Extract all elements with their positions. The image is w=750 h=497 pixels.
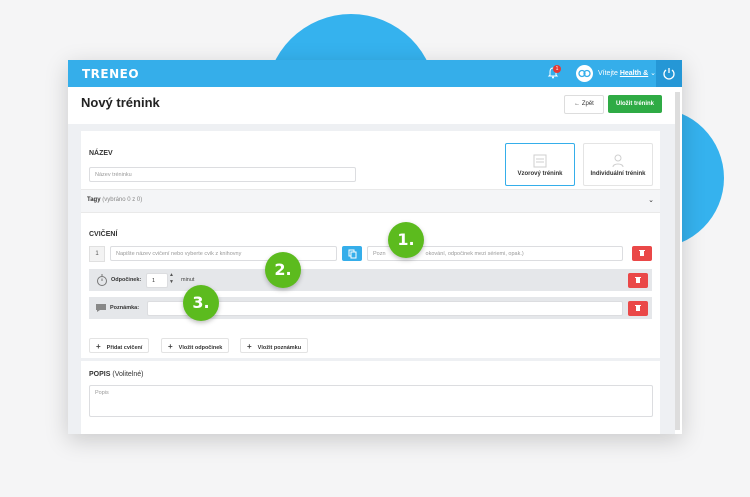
tags-section[interactable]: Tagy (vybráno 0 z 0) ⌄	[81, 189, 660, 213]
stepper-down-icon[interactable]: ▼	[169, 279, 174, 286]
training-name-input[interactable]: Název tréninku	[89, 167, 356, 182]
back-button-label: Zpět	[581, 101, 594, 107]
add-rest-label: Vložit odpočinek	[178, 345, 223, 351]
training-form-card: NÁZEV Název tréninku Vzorový trénink Ind…	[81, 131, 660, 358]
template-training-option[interactable]: Vzorový trénink	[505, 143, 575, 186]
rest-stepper[interactable]: ▲ ▼	[169, 272, 174, 286]
arrow-left-icon: ←	[574, 101, 581, 107]
rest-value-input[interactable]: 1	[146, 273, 168, 288]
description-card: POPIS (Volitelné) Popis	[81, 361, 660, 434]
plus-icon: +	[247, 342, 252, 351]
individual-training-option[interactable]: Individuální trénink	[583, 143, 653, 186]
add-exercise-button[interactable]: + Přidat cvičení	[89, 338, 150, 353]
stepper-up-icon[interactable]: ▲	[169, 272, 174, 279]
tags-count: (vybráno 0 z 0)	[102, 197, 143, 203]
description-label: POPIS (Volitelné)	[89, 371, 144, 378]
user-logo-icon	[578, 69, 591, 78]
step-marker-3: 3.	[183, 285, 219, 321]
exercises-label: CVIČENÍ	[89, 231, 118, 238]
individual-training-label: Individuální trénink	[590, 171, 646, 177]
plus-icon: +	[168, 342, 173, 351]
add-note-label: Vložit poznámku	[257, 345, 302, 351]
template-training-label: Vzorový trénink	[517, 171, 563, 177]
exercise-name-input[interactable]: Napište název cvičení nebo vyberte cvik …	[110, 246, 337, 261]
trash-icon	[639, 250, 645, 256]
step-marker-1: 1.	[388, 222, 424, 258]
trash-icon	[635, 305, 641, 311]
note-label: Poznámka:	[110, 305, 140, 311]
plus-icon: +	[96, 342, 101, 351]
note-placeholder-end: okování, odpočinek mezi sériemi, opak.)	[425, 251, 524, 257]
logout-button[interactable]	[656, 60, 682, 87]
top-navbar: TRENEO 1 Vítejte Health & ⌄	[68, 60, 682, 87]
trash-icon	[635, 277, 641, 283]
save-training-button[interactable]: Uložit trénink	[608, 95, 662, 113]
chevron-down-icon[interactable]: ⌄	[648, 196, 654, 204]
delete-exercise-button[interactable]	[632, 246, 652, 261]
person-icon	[612, 154, 624, 168]
step-marker-2: 2.	[265, 252, 301, 288]
back-button[interactable]: ← Zpět	[564, 95, 604, 114]
scrollbar[interactable]	[675, 92, 680, 430]
add-rest-button[interactable]: + Vložit odpočinek	[161, 338, 230, 353]
page-header: Nový trénink ← Zpět Uložit trénink	[68, 87, 675, 125]
exercise-library-button[interactable]	[342, 246, 362, 261]
main-content: NÁZEV Název tréninku Vzorový trénink Ind…	[68, 124, 675, 434]
stopwatch-icon	[97, 274, 107, 286]
template-icon	[533, 154, 547, 168]
page-title: Nový trénink	[81, 95, 160, 110]
app-logo[interactable]: TRENEO	[82, 67, 139, 81]
power-icon	[663, 68, 675, 80]
add-exercise-label: Přidat cvičení	[106, 345, 143, 351]
user-name[interactable]: Health &	[620, 70, 648, 77]
note-placeholder-start: Pozn	[373, 251, 386, 257]
copy-icon	[348, 249, 357, 259]
rest-label: Odpočinek:	[111, 277, 142, 283]
user-menu[interactable]: Vítejte Health & ⌄	[598, 69, 656, 77]
name-label: NÁZEV	[89, 150, 113, 157]
delete-rest-button[interactable]	[628, 273, 648, 288]
app-window: TRENEO 1 Vítejte Health & ⌄ Nový trénink	[68, 60, 682, 434]
avatar[interactable]	[576, 65, 593, 82]
greeting-text: Vítejte	[598, 70, 618, 77]
description-title: POPIS	[89, 371, 111, 378]
comment-icon	[96, 304, 106, 312]
note-row: Poznámka:	[89, 297, 652, 319]
rest-row: Odpočinek: 1 ▲ ▼ minut	[89, 269, 652, 291]
tags-title: Tagy	[87, 197, 101, 203]
add-note-button[interactable]: + Vložit poznámku	[240, 338, 309, 353]
tags-label: Tagy (vybráno 0 z 0)	[87, 197, 142, 203]
exercise-number: 1	[89, 246, 105, 262]
rest-unit: minut	[181, 277, 195, 283]
delete-note-button[interactable]	[628, 301, 648, 316]
notification-badge: 1	[553, 65, 561, 73]
description-textarea[interactable]: Popis	[89, 385, 653, 417]
description-optional: (Volitelné)	[112, 371, 144, 378]
